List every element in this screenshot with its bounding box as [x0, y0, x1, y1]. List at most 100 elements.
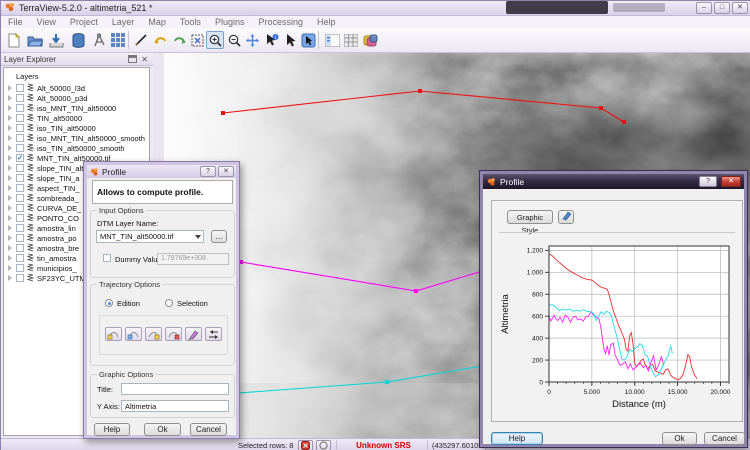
stop-drawing-button[interactable] [298, 440, 313, 450]
expand-arrow-icon[interactable] [8, 235, 12, 241]
layer-item[interactable]: iso_TIN_alt50000 [4, 123, 149, 133]
expand-arrow-icon[interactable] [8, 95, 12, 101]
edition-radio[interactable] [105, 299, 113, 307]
layer-checkbox[interactable] [16, 214, 24, 222]
move-vertex-button[interactable] [125, 327, 142, 341]
menu-help[interactable]: Help [310, 17, 343, 27]
zoom-extent-icon[interactable] [188, 31, 206, 49]
layer-checkbox[interactable] [16, 144, 24, 152]
expand-arrow-icon[interactable] [8, 175, 12, 181]
menu-processing[interactable]: Processing [251, 17, 310, 27]
layer-checkbox[interactable] [16, 264, 24, 272]
layers-root[interactable]: Layers [16, 72, 39, 81]
layer-checkbox[interactable] [16, 114, 24, 122]
expand-arrow-icon[interactable] [8, 205, 12, 211]
zoom-out-icon[interactable] [225, 31, 243, 49]
pan-icon[interactable] [243, 31, 261, 49]
layer-checkbox[interactable] [16, 164, 24, 172]
undo-icon[interactable] [151, 31, 169, 49]
display-panel-icon[interactable] [323, 31, 341, 49]
layer-checkbox[interactable] [16, 94, 24, 102]
window-help-button[interactable]: Help [491, 432, 543, 445]
tile-view-icon[interactable] [109, 31, 127, 49]
profile-dialog[interactable]: Profile ? ✕ Allows to compute profile. I… [83, 161, 240, 439]
selection-radio[interactable] [165, 299, 173, 307]
info-pointer-icon[interactable]: i [262, 31, 280, 49]
select-arrow-icon[interactable] [281, 31, 299, 49]
create-trajectory-button[interactable] [105, 327, 122, 341]
layer-checkbox[interactable] [16, 124, 24, 132]
dialog-help-icon[interactable]: ? [200, 166, 216, 177]
title-bar[interactable]: TerraView-5.2.0 - altimetria_521 * – □ ✕ [1, 1, 750, 16]
profile-dialog-titlebar[interactable]: Profile ? ✕ [87, 165, 236, 178]
layer-item[interactable]: Alt_50000_l3d [4, 83, 149, 93]
title-input[interactable] [121, 383, 229, 395]
expand-arrow-icon[interactable] [8, 85, 12, 91]
minimize-button[interactable]: – [696, 2, 712, 14]
layer-checkbox[interactable] [16, 134, 24, 142]
edit-pen-button[interactable] [185, 327, 202, 341]
expand-arrow-icon[interactable] [8, 135, 12, 141]
save-layer-icon[interactable] [47, 31, 65, 49]
delete-vertex-button[interactable] [165, 327, 182, 341]
layer-checkbox[interactable] [16, 204, 24, 212]
zoom-in-icon[interactable] [206, 31, 224, 49]
float-panel-icon[interactable] [128, 55, 137, 63]
layer-checkbox[interactable] [16, 234, 24, 242]
layer-item[interactable]: TIN_alt50000 [4, 113, 149, 123]
close-button[interactable]: ✕ [732, 2, 748, 14]
y-axis-input[interactable]: Altimetria [121, 400, 229, 412]
dialog-close-icon[interactable]: ✕ [218, 166, 234, 177]
browse-dtm-button[interactable]: ... [211, 230, 227, 243]
maximize-button[interactable]: □ [714, 2, 730, 14]
layer-checkbox[interactable] [16, 274, 24, 282]
profile-chart-window[interactable]: Profile ? ✕ Graphic Style 05.00010.00015… [480, 171, 747, 447]
table-grid-icon[interactable] [342, 31, 360, 49]
expand-arrow-icon[interactable] [8, 155, 12, 161]
menu-layer[interactable]: Layer [105, 17, 142, 27]
menu-file[interactable]: File [1, 17, 30, 27]
dialog-cancel-button[interactable]: Cancel [190, 423, 227, 436]
graphic-style-button[interactable]: Graphic Style [507, 210, 553, 224]
expand-arrow-icon[interactable] [8, 115, 12, 121]
menu-view[interactable]: View [30, 17, 63, 27]
expand-arrow-icon[interactable] [8, 265, 12, 271]
expand-arrow-icon[interactable] [8, 165, 12, 171]
layer-checkbox[interactable] [16, 104, 24, 112]
layer-checkbox[interactable] [16, 154, 24, 162]
expand-arrow-icon[interactable] [8, 215, 12, 221]
window-ok-button[interactable]: Ok [662, 432, 697, 445]
layer-item[interactable]: Alt_50000_p3d [4, 93, 149, 103]
expand-arrow-icon[interactable] [8, 255, 12, 261]
menu-plugins[interactable]: Plugins [208, 17, 252, 27]
expand-arrow-icon[interactable] [8, 105, 12, 111]
profile-window-titlebar[interactable]: Profile ? ✕ [483, 174, 744, 189]
layer-item[interactable]: iso_MNT_TIN_alt50000_smooth [4, 133, 149, 143]
close-panel-icon[interactable]: ✕ [141, 55, 148, 64]
expand-arrow-icon[interactable] [8, 125, 12, 131]
draw-status-button[interactable] [316, 440, 331, 450]
dummy-value-checkbox[interactable] [103, 254, 111, 262]
dtm-layer-combobox[interactable]: MNT_TIN_alt50000.tif [96, 230, 204, 243]
expand-arrow-icon[interactable] [8, 245, 12, 251]
dialog-help-button[interactable]: Help [94, 423, 130, 436]
window-close-icon[interactable]: ✕ [721, 176, 741, 187]
chart-settings-button[interactable] [558, 210, 574, 224]
menu-map[interactable]: Map [141, 17, 173, 27]
srs-indicator[interactable]: Unknown SRS [341, 441, 426, 450]
redo-icon[interactable] [170, 31, 188, 49]
new-project-icon[interactable] [5, 31, 23, 49]
window-cancel-button[interactable]: Cancel [704, 432, 745, 445]
color-palette-icon[interactable] [361, 31, 379, 49]
expand-arrow-icon[interactable] [8, 145, 12, 151]
measure-tool-icon[interactable] [90, 31, 108, 49]
add-vertex-button[interactable] [145, 327, 162, 341]
invert-direction-button[interactable] [205, 327, 222, 341]
expand-arrow-icon[interactable] [8, 185, 12, 191]
database-icon[interactable] [69, 31, 87, 49]
open-project-icon[interactable] [26, 31, 44, 49]
menu-tools[interactable]: Tools [173, 17, 208, 27]
dialog-ok-button[interactable]: Ok [144, 423, 181, 436]
layer-checkbox[interactable] [16, 224, 24, 232]
layer-checkbox[interactable] [16, 84, 24, 92]
